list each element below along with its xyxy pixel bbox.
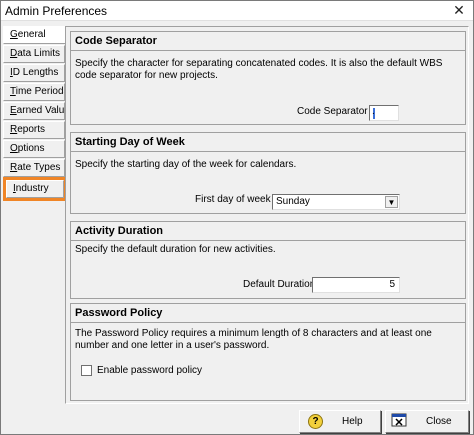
section-header: Starting Day of Week [71, 133, 465, 152]
section-description: Specify the character for separating con… [75, 58, 443, 81]
section-header: Activity Duration [71, 222, 465, 241]
default-duration-input[interactable]: 5 [312, 277, 400, 293]
window-close-icon[interactable]: ✕ [451, 2, 467, 18]
admin-preferences-window: Admin Preferences ✕ General Data Limits … [0, 0, 474, 435]
nav-item-general[interactable]: General [3, 26, 65, 44]
close-button[interactable]: Close [385, 410, 469, 433]
window-title: Admin Preferences [5, 4, 108, 18]
code-separator-input[interactable]: . [369, 105, 399, 121]
nav-item-earned-value[interactable]: Earned Value [3, 102, 65, 120]
section-description: The Password Policy requires a minimum l… [75, 328, 432, 351]
first-day-select[interactable]: Sunday ▼ [272, 194, 400, 210]
title-bar: Admin Preferences ✕ [1, 1, 473, 21]
code-separator-section: Code Separator Specify the character for… [70, 31, 466, 125]
help-button[interactable]: ? Help [299, 410, 381, 433]
nav-item-options[interactable]: Options [3, 140, 65, 158]
nav-item-rate-types[interactable]: Rate Types [3, 159, 65, 177]
starting-day-section: Starting Day of Week Specify the startin… [70, 132, 466, 214]
activity-duration-section: Activity Duration Specify the default du… [70, 221, 466, 299]
first-day-label: First day of week [195, 194, 271, 205]
nav-item-id-lengths[interactable]: ID Lengths [3, 64, 65, 82]
section-description: Specify the starting day of the week for… [75, 159, 297, 170]
default-duration-label: Default Duration [243, 279, 316, 290]
close-window-icon [391, 413, 407, 427]
section-header: Code Separator [71, 32, 465, 51]
enable-password-policy-checkbox[interactable] [81, 365, 92, 376]
code-separator-label: Code Separator [297, 106, 368, 117]
section-description: Specify the default duration for new act… [75, 244, 276, 255]
nav-item-industry[interactable]: Industry [3, 177, 67, 201]
section-header: Password Policy [71, 304, 465, 323]
chevron-down-icon[interactable]: ▼ [385, 196, 398, 208]
nav-item-data-limits[interactable]: Data Limits [3, 45, 65, 63]
preferences-content-panel: Code Separator Specify the character for… [65, 26, 469, 404]
enable-password-policy-label: Enable password policy [97, 365, 203, 376]
password-policy-section: Password Policy The Password Policy requ… [70, 303, 466, 401]
nav-item-reports[interactable]: Reports [3, 121, 65, 139]
help-icon: ? [308, 414, 323, 429]
nav-item-time-periods[interactable]: Time Periods [3, 83, 65, 101]
